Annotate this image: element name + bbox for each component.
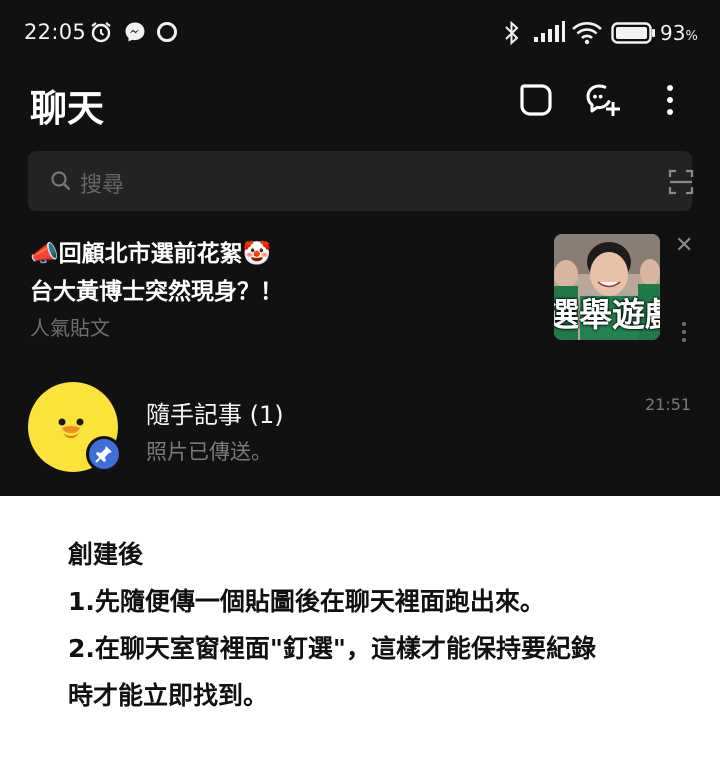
status-bar: 22:05 93% <box>0 0 720 64</box>
pin-icon <box>95 446 112 463</box>
messenger-icon <box>125 22 145 42</box>
scan-icon[interactable] <box>668 169 694 195</box>
battery-value: 93 <box>660 21 686 45</box>
note-line: 2.在聊天室窗裡面"釘選"，這樣才能保持要紀錄 <box>68 634 596 663</box>
search-input[interactable]: 搜尋 <box>80 167 124 199</box>
pin-badge <box>86 436 122 472</box>
promo-subtitle: 人氣貼文 <box>30 316 110 340</box>
line-chat-screen: 22:05 93% 聊天 搜尋 📣回顧北市選前花絮🤡 台大黃博士突然現身？！ 人… <box>0 0 720 496</box>
thumbnail-caption: 選舉遊戲 <box>554 295 660 334</box>
more-vertical-icon[interactable] <box>650 80 690 120</box>
promo-more-icon[interactable] <box>680 321 688 343</box>
promo-thumbnail[interactable]: 選舉遊戲 <box>554 234 660 340</box>
chat-last-message: 照片已傳送。 <box>146 440 272 464</box>
note-line: 1.先隨便傳一個貼圖後在聊天裡面跑出來。 <box>68 587 545 616</box>
bluetooth-icon <box>505 20 519 46</box>
alarm-icon <box>91 22 111 43</box>
status-time: 22:05 <box>24 20 87 44</box>
wifi-icon <box>572 22 602 45</box>
battery-icon <box>611 22 655 44</box>
chat-name: 隨手記事 (1) <box>146 401 284 429</box>
promo-title-line1: 📣回顧北市選前花絮🤡 <box>30 241 272 267</box>
page-title: 聊天 <box>30 87 104 130</box>
search-bar[interactable]: 搜尋 <box>28 151 694 211</box>
search-icon <box>51 171 71 191</box>
battery-unit: % <box>685 29 698 44</box>
battery-percent: 93% <box>660 21 698 45</box>
promo-title-line2: 台大黃博士突然現身？！ <box>30 279 283 305</box>
note-line: 創建後 <box>68 540 144 569</box>
chat-time: 21:51 <box>645 395 692 414</box>
note-line: 時才能立即找到。 <box>68 681 269 710</box>
edit-icon[interactable] <box>516 80 556 120</box>
instruction-note: 創建後 1.先隨便傳一個貼圖後在聊天裡面跑出來。 2.在聊天室窗裡面"釘選"，這… <box>68 531 678 719</box>
circle-notification-icon <box>157 22 177 42</box>
close-icon[interactable]: ✕ <box>675 233 693 258</box>
signal-icon <box>534 21 565 42</box>
add-chat-icon[interactable] <box>584 80 624 120</box>
